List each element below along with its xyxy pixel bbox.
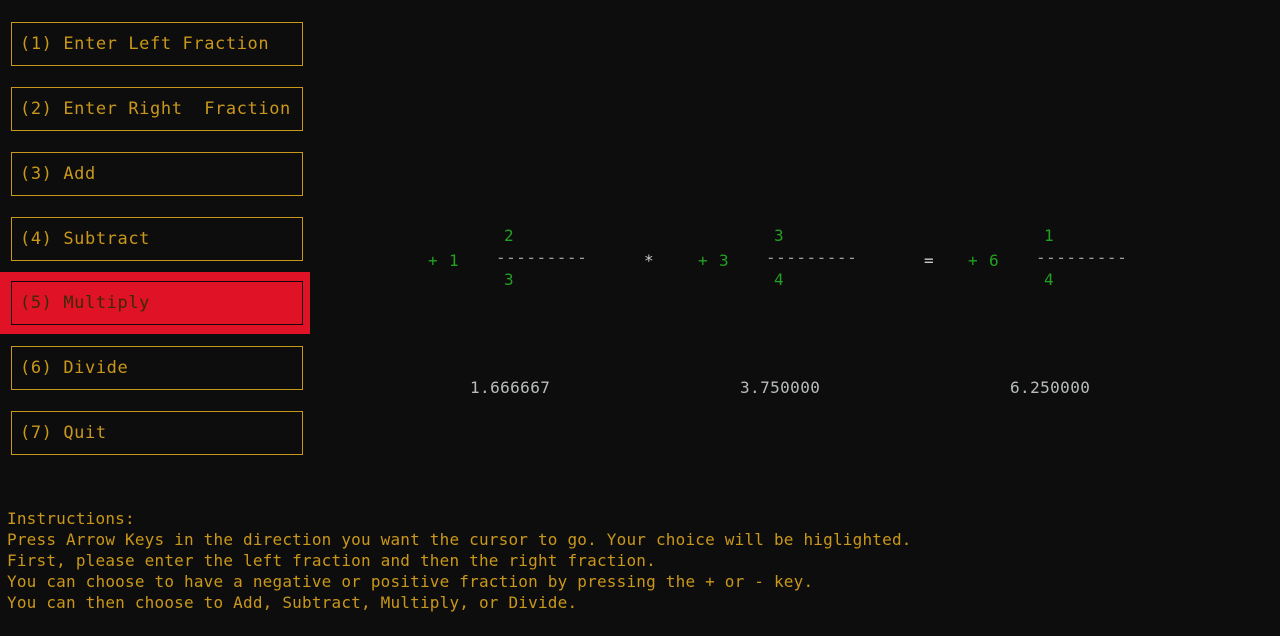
right-fraction: 3 --------- 4 xyxy=(766,225,906,291)
menu-item-add[interactable]: (3) Add xyxy=(0,145,330,203)
left-decimal-value: 1.666667 xyxy=(470,378,551,397)
menu-item-label: (4) Subtract xyxy=(20,229,151,249)
fraction-expression: + 1 2 --------- 3 * + 3 3 --------- 4 = … xyxy=(420,225,1200,300)
right-numerator: 3 xyxy=(774,226,784,245)
result-whole: 6 xyxy=(989,251,1000,270)
right-sign: + xyxy=(698,251,709,270)
left-denominator: 3 xyxy=(504,270,514,289)
menu-item-label: (7) Quit xyxy=(20,423,107,443)
menu-item-border: (4) Subtract xyxy=(11,217,303,261)
result-operand: + 6 1 --------- 4 xyxy=(960,225,1200,300)
left-whole: 1 xyxy=(449,251,460,270)
result-fraction: 1 --------- 4 xyxy=(1036,225,1176,291)
menu-item-divide[interactable]: (6) Divide xyxy=(0,339,330,397)
menu-item-multiply[interactable]: (5) Multiply xyxy=(0,272,310,334)
instructions-line: Press Arrow Keys in the direction you wa… xyxy=(7,530,912,549)
right-operand: + 3 3 --------- 4 xyxy=(690,225,920,300)
right-denominator: 4 xyxy=(774,270,784,289)
left-fraction-bar: --------- xyxy=(496,248,588,267)
menu-item-border: (3) Add xyxy=(11,152,303,196)
instructions-panel: Instructions: Press Arrow Keys in the di… xyxy=(7,508,1267,613)
menu-item-border: (2) Enter Right Fraction xyxy=(11,87,303,131)
right-decimal-value: 3.750000 xyxy=(740,378,821,397)
right-whole: 3 xyxy=(719,251,730,270)
result-decimal-value: 6.250000 xyxy=(1010,378,1091,397)
menu-item-border: (5) Multiply xyxy=(11,281,303,325)
menu-item-enter-right-fraction[interactable]: (2) Enter Right Fraction xyxy=(0,80,330,138)
result-sign: + xyxy=(968,251,979,270)
menu-item-label: (3) Add xyxy=(20,164,96,184)
instructions-heading: Instructions: xyxy=(7,509,135,528)
right-fraction-bar: --------- xyxy=(766,248,858,267)
result-numerator: 1 xyxy=(1044,226,1054,245)
result-fraction-bar: --------- xyxy=(1036,248,1128,267)
instructions-line: First, please enter the left fraction an… xyxy=(7,551,656,570)
menu-item-quit[interactable]: (7) Quit xyxy=(0,404,330,462)
menu-item-label: (1) Enter Left Fraction xyxy=(20,34,270,54)
left-operand: + 1 2 --------- 3 xyxy=(420,225,650,300)
instructions-line: You can choose to have a negative or pos… xyxy=(7,572,814,591)
operator-symbol: * xyxy=(644,251,654,270)
left-sign: + xyxy=(428,251,439,270)
menu-item-label: (6) Divide xyxy=(20,358,129,378)
menu-item-border: (1) Enter Left Fraction xyxy=(11,22,303,66)
left-numerator: 2 xyxy=(504,226,514,245)
menu-item-label: (2) Enter Right Fraction xyxy=(20,99,291,119)
result-denominator: 4 xyxy=(1044,270,1054,289)
menu-item-border: (6) Divide xyxy=(11,346,303,390)
menu-item-label: (5) Multiply xyxy=(20,293,151,313)
decimal-values: 1.666667 3.750000 6.250000 xyxy=(420,378,1200,404)
instructions-line: You can then choose to Add, Subtract, Mu… xyxy=(7,593,578,612)
menu-item-subtract[interactable]: (4) Subtract xyxy=(0,210,330,268)
left-fraction: 2 --------- 3 xyxy=(496,225,636,291)
menu-item-enter-left-fraction[interactable]: (1) Enter Left Fraction xyxy=(0,15,330,73)
menu-item-border: (7) Quit xyxy=(11,411,303,455)
equals-symbol: = xyxy=(924,251,934,270)
